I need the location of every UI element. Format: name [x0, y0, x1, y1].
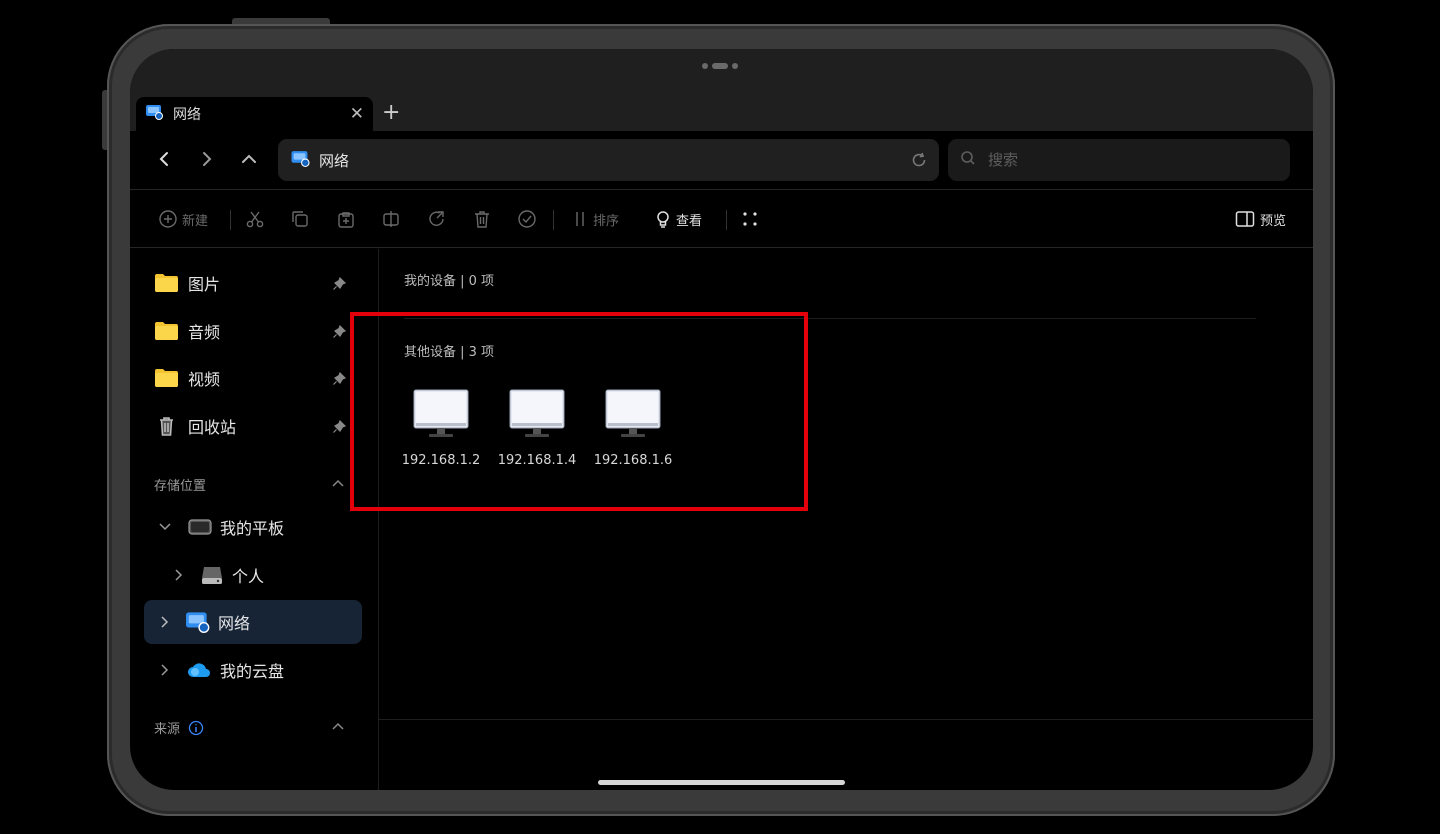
folder-icon: [155, 274, 178, 292]
tablet-icon: [188, 519, 212, 535]
sidebar-item-pictures[interactable]: 图片: [154, 270, 354, 296]
chevron-down-icon: [159, 523, 171, 531]
cut-icon[interactable]: [245, 208, 265, 230]
search-icon: [960, 150, 976, 170]
drive-icon: [202, 567, 222, 584]
view-button[interactable]: 查看: [655, 208, 702, 230]
delete-icon[interactable]: [472, 208, 492, 230]
tree-item-label: 我的平板: [220, 519, 285, 538]
sort-icon: [576, 212, 584, 226]
tree-item-my-tablet[interactable]: 我的平板: [158, 505, 284, 549]
bulb-icon: [657, 211, 669, 228]
sidebar-item-label: 视频: [188, 370, 221, 389]
sidebar-item-label: 图片: [188, 275, 221, 294]
title-bar: 网络 ✕ +: [130, 49, 1313, 131]
sort-button[interactable]: 排序: [573, 208, 619, 230]
tree-item-label: 个人: [232, 567, 265, 586]
storage-title: 存储位置: [154, 479, 207, 494]
back-icon[interactable]: [152, 147, 176, 171]
network-icon: [186, 612, 210, 633]
view-label: 查看: [676, 213, 703, 229]
cloud-icon: [188, 663, 210, 677]
move-icon[interactable]: [381, 208, 401, 230]
sidebar-item-label: 音频: [188, 323, 221, 342]
divider: [130, 189, 1313, 190]
window-handle[interactable]: [702, 63, 738, 69]
sources-title: 来源: [154, 722, 181, 737]
preview-button[interactable]: 预览: [1235, 208, 1286, 230]
divider: [130, 247, 1313, 248]
sources-section-title[interactable]: 来源: [154, 718, 204, 737]
tab-label: 网络: [173, 107, 201, 123]
sidebar-item-recycle-bin[interactable]: 回收站: [154, 413, 354, 439]
chevron-right-icon: [161, 664, 169, 676]
refresh-icon[interactable]: [910, 151, 928, 173]
preview-label: 预览: [1260, 213, 1287, 229]
pin-icon[interactable]: [332, 324, 347, 343]
divider: [379, 719, 1313, 720]
sidebar-item-audio[interactable]: 音频: [154, 318, 354, 344]
chevron-up-icon[interactable]: [331, 716, 345, 735]
tree-item-label: 我的云盘: [220, 662, 285, 681]
toolbar: 新建 排序 查看 预览: [130, 194, 1313, 244]
paste-icon[interactable]: [336, 208, 356, 230]
share-icon[interactable]: [427, 208, 447, 230]
pin-icon[interactable]: [332, 371, 347, 390]
my-devices-title: 我的设备 | 0 项: [404, 274, 495, 289]
sidebar: 图片 音频 视频 回收站 存储位置 我的平板 个人 网络 我的云盘 来源: [130, 249, 379, 790]
toolbar-separator: [553, 210, 554, 230]
more-icon[interactable]: [741, 208, 759, 230]
add-icon: [159, 210, 177, 228]
network-icon: [145, 104, 163, 124]
chevron-up-icon[interactable]: [331, 473, 345, 492]
new-label: 新建: [182, 213, 209, 229]
chevron-right-icon: [175, 569, 183, 581]
tree-item-my-cloud[interactable]: 我的云盘: [160, 648, 284, 692]
toolbar-separator: [230, 210, 231, 230]
highlight-box: [350, 312, 808, 511]
trash-icon: [160, 417, 173, 436]
preview-icon: [1235, 211, 1255, 227]
address-bar[interactable]: 网络: [278, 139, 939, 181]
address-path: 网络: [319, 151, 350, 170]
info-icon: [188, 720, 204, 735]
search-box[interactable]: [948, 139, 1290, 181]
copy-icon[interactable]: [290, 208, 310, 230]
sidebar-item-video[interactable]: 视频: [154, 365, 354, 391]
chevron-right-icon: [161, 616, 169, 628]
storage-section-title[interactable]: 存储位置: [154, 475, 206, 494]
sort-label: 排序: [593, 213, 620, 229]
forward-icon[interactable]: [195, 147, 219, 171]
up-icon[interactable]: [237, 147, 261, 171]
tree-item-network[interactable]: 网络: [144, 600, 362, 644]
toolbar-separator: [726, 210, 727, 230]
tree-item-personal[interactable]: 个人: [174, 553, 264, 597]
search-input[interactable]: [986, 150, 1270, 170]
folder-icon: [155, 369, 178, 387]
tab-network[interactable]: 网络 ✕: [136, 97, 373, 131]
folder-icon: [155, 322, 178, 340]
select-icon[interactable]: [517, 208, 537, 230]
navigation-bar: 网络: [130, 131, 1313, 189]
tree-item-label: 网络: [218, 614, 251, 633]
new-button[interactable]: 新建: [158, 208, 208, 230]
pin-icon[interactable]: [332, 276, 347, 295]
new-tab-icon[interactable]: +: [382, 101, 400, 125]
network-icon: [290, 150, 310, 171]
sidebar-item-label: 回收站: [188, 418, 237, 437]
home-indicator[interactable]: [598, 780, 845, 785]
pin-icon[interactable]: [332, 419, 347, 438]
close-tab-icon[interactable]: ✕: [350, 104, 364, 124]
